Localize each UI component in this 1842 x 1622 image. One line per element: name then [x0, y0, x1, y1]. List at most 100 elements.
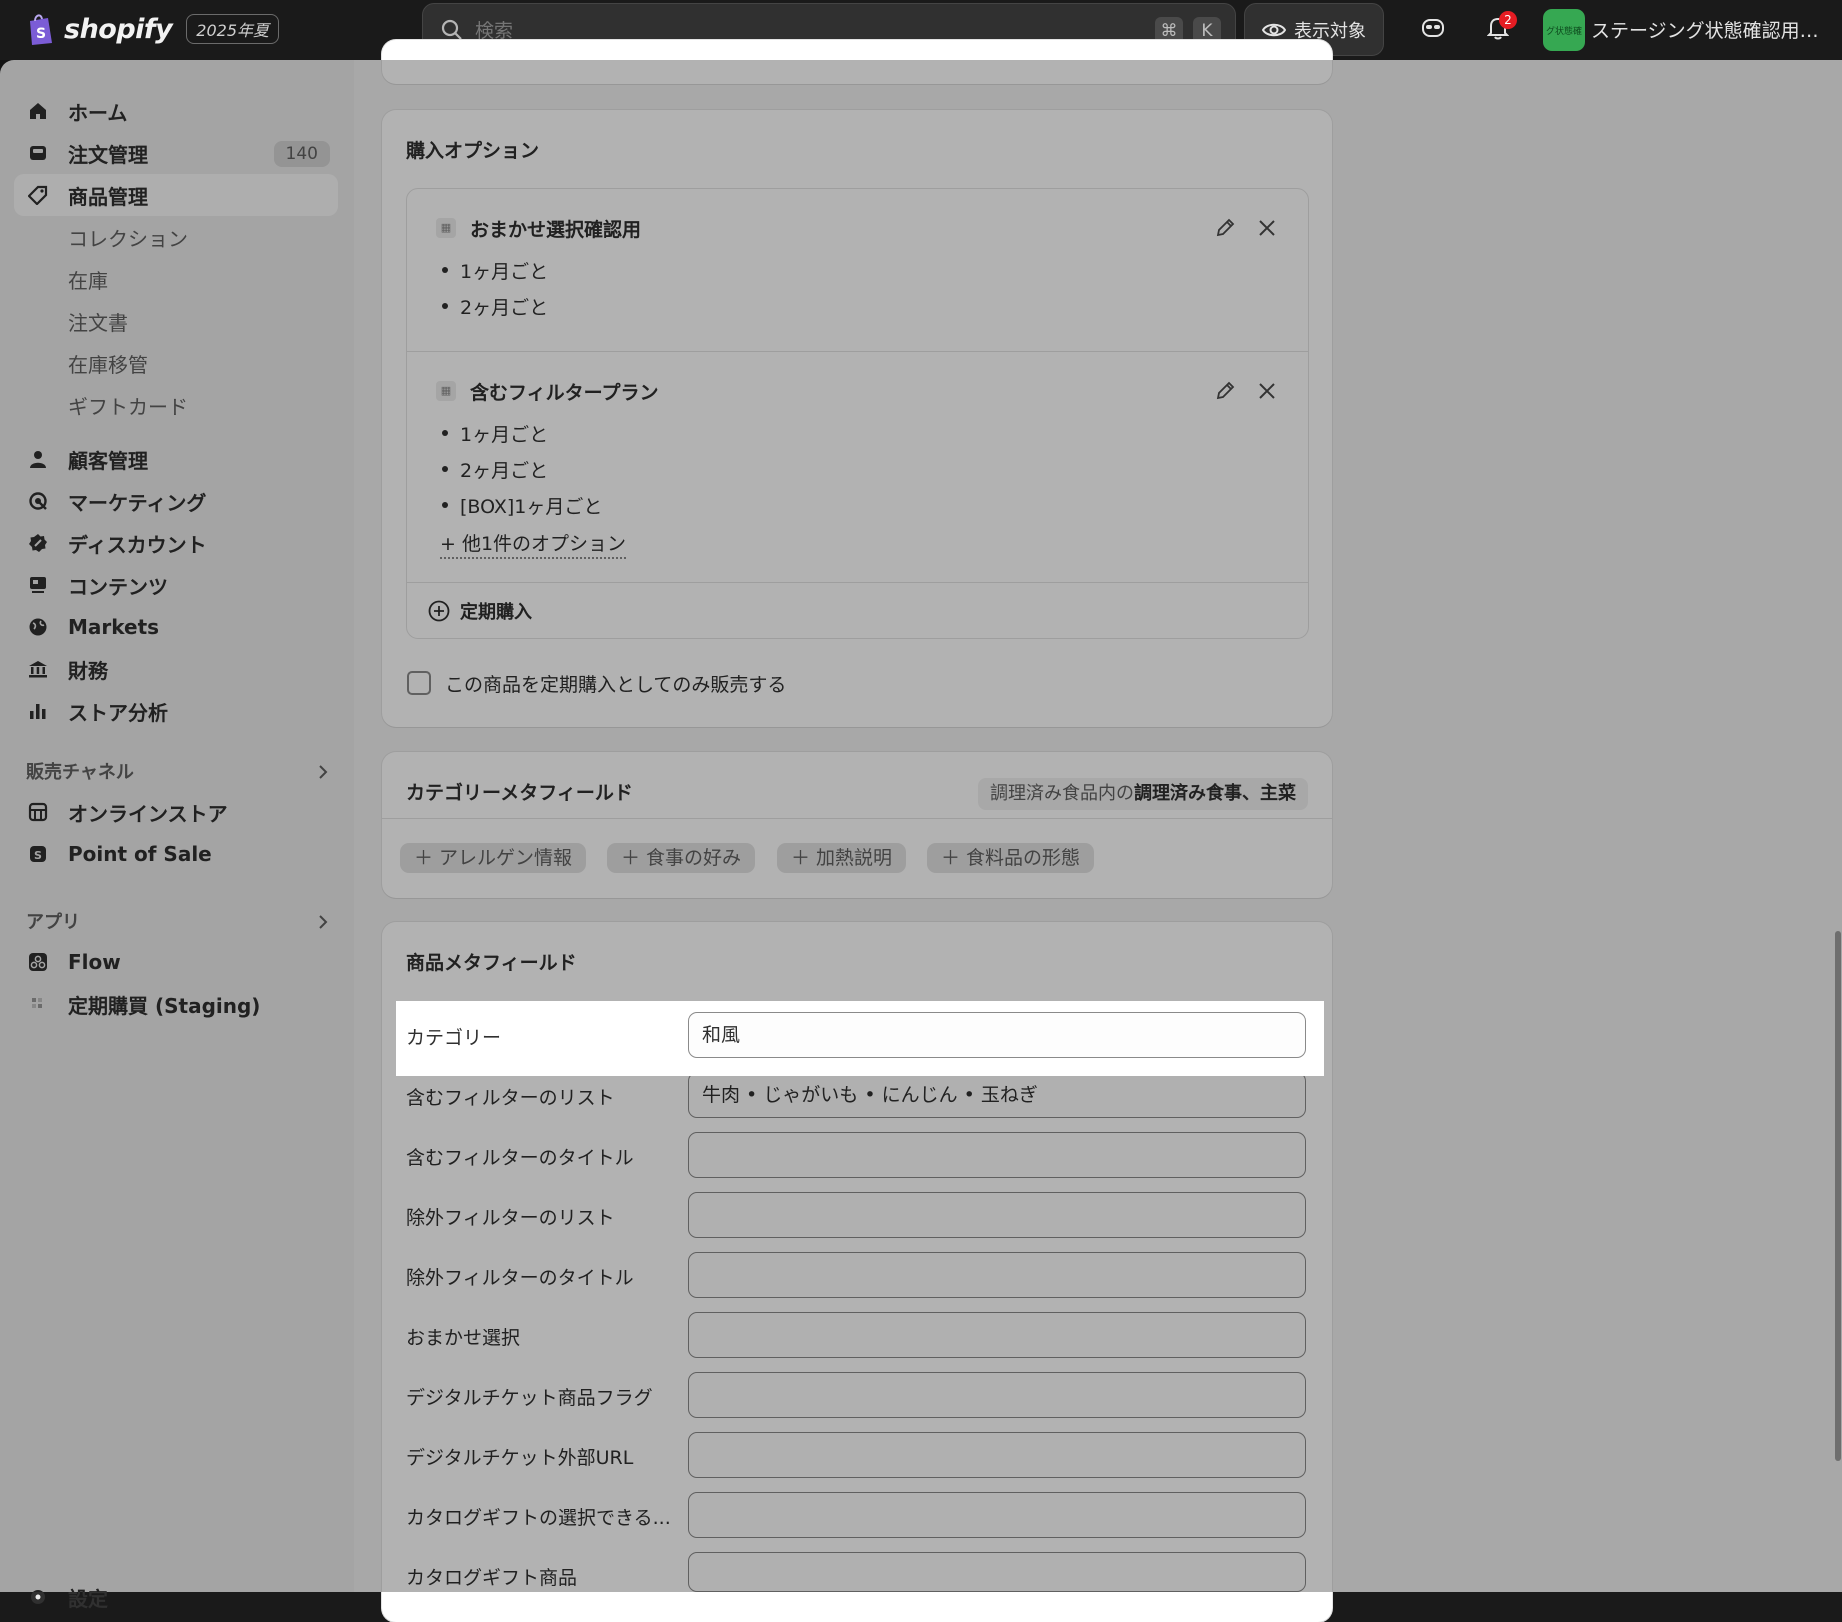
home-icon	[28, 101, 48, 121]
eye-icon	[1262, 23, 1286, 36]
sidebar-item-analytics[interactable]: ストア分析	[14, 690, 338, 732]
divider	[382, 818, 1332, 819]
store-name[interactable]: ステージング状態確認用ス...	[1591, 16, 1833, 43]
metafield-label: カタログギフトの選択できる...	[406, 1507, 671, 1529]
plan-frequency: 1ヶ月ごと	[441, 257, 548, 284]
globe-icon	[28, 617, 48, 637]
sidebar-item-markets[interactable]: Markets	[14, 606, 338, 648]
category-metafields-title: カテゴリーメタフィールド	[406, 782, 633, 804]
sidebar-item-collections[interactable]: コレクション	[14, 216, 338, 258]
sidebar-item-gift-cards[interactable]: ギフトカード	[14, 384, 338, 426]
sidebar-item-subscription-app[interactable]: 定期購買 (Staging)	[14, 983, 338, 1025]
sidebar-item-settings[interactable]: 設定	[14, 1576, 338, 1618]
plan-name: おまかせ選択確認用	[470, 219, 642, 241]
sidebar-item-label: Flow	[68, 950, 121, 974]
close-icon	[1259, 383, 1275, 399]
sidebar-item-label: ホーム	[68, 100, 128, 125]
sidebar-item-marketing[interactable]: マーケティング	[14, 480, 338, 522]
divider	[406, 582, 1309, 583]
category-pill[interactable]: 調理済み食品内の調理済み食事、主菜	[978, 778, 1308, 810]
metafield-label: 除外フィルターのリスト	[406, 1207, 615, 1229]
sidekick-icon	[1422, 19, 1444, 37]
sidebar-item-flow[interactable]: Flow	[14, 941, 338, 983]
remove-plan-button[interactable]	[1253, 377, 1281, 405]
sidebar-item-label: マーケティング	[68, 490, 207, 515]
sidebar-item-home[interactable]: ホーム	[14, 90, 338, 132]
search-icon	[441, 19, 462, 40]
sidebar-item-customers[interactable]: 顧客管理	[14, 438, 338, 480]
plus-circle-icon	[428, 600, 450, 622]
metafield-label: デジタルチケット商品フラグ	[406, 1387, 653, 1409]
plan-frequency: 2ヶ月ごと	[441, 293, 548, 320]
more-options-link[interactable]: + 他1件のオプション	[440, 529, 627, 559]
view-as-label: 表示対象	[1294, 20, 1366, 42]
metafield-label: 含むフィルターのタイトル	[406, 1147, 634, 1169]
sidebar-item-online-store[interactable]: オンラインストア	[14, 791, 338, 833]
orders-count-badge: 140	[273, 141, 330, 167]
bar-chart-icon	[28, 701, 48, 721]
discount-icon	[28, 533, 48, 553]
sidebar-item-content[interactable]: コンテンツ	[14, 564, 338, 606]
apps-header[interactable]: アプリ	[26, 908, 80, 934]
metafield-input[interactable]	[688, 1192, 1306, 1238]
notification-count-badge: 2	[1499, 11, 1517, 29]
metafield-input[interactable]: 牛肉 • じゃがいも • にんじん • 玉ねぎ	[688, 1072, 1306, 1118]
metafield-label: おまかせ選択	[406, 1327, 521, 1349]
chevron-right-icon[interactable]	[316, 913, 330, 931]
add-allergen-chip[interactable]: ＋ アレルゲン情報	[400, 843, 587, 873]
brand-name: shopify	[64, 13, 173, 45]
sidebar-item-label: 顧客管理	[68, 448, 148, 473]
remove-plan-button[interactable]	[1253, 214, 1281, 242]
metafield-label: カタログギフト商品	[406, 1567, 578, 1589]
edition-badge[interactable]: 2025年夏	[186, 14, 280, 44]
store-avatar[interactable]: グ状態確	[1543, 9, 1585, 51]
product-metafields-title: 商品メタフィールド	[406, 952, 577, 974]
metafield-input[interactable]	[688, 1132, 1306, 1178]
add-heating-chip[interactable]: ＋ 加熱説明	[777, 843, 907, 873]
sidebar-item-inventory[interactable]: 在庫	[14, 258, 338, 300]
inbox-icon	[28, 143, 48, 163]
svg-text:S: S	[36, 26, 46, 42]
target-icon	[28, 491, 48, 511]
category-metafields-card	[382, 752, 1332, 898]
metafield-input[interactable]	[688, 1432, 1306, 1478]
metafield-input[interactable]	[688, 1372, 1306, 1418]
tag-icon	[28, 185, 48, 205]
sidebar-item-discounts[interactable]: ディスカウント	[14, 522, 338, 564]
purchase-options-title: 購入オプション	[406, 140, 540, 162]
sidebar-item-label: 定期購買 (Staging)	[68, 993, 261, 1018]
metafield-input[interactable]	[688, 1252, 1306, 1298]
sidebar-item-purchase-orders[interactable]: 注文書	[14, 300, 338, 342]
sidekick-button[interactable]	[1419, 14, 1447, 42]
bank-icon	[28, 659, 48, 679]
divider	[406, 351, 1309, 352]
metafield-input-category[interactable]: 和風	[688, 1012, 1306, 1058]
sidebar-item-products[interactable]: 商品管理	[14, 174, 338, 216]
person-icon	[28, 449, 48, 469]
metafield-input[interactable]	[688, 1312, 1306, 1358]
sidebar-item-orders[interactable]: 注文管理 140	[14, 132, 338, 174]
sidebar-item-label: 財務	[68, 658, 108, 683]
sidebar-item-label: コレクション	[68, 226, 188, 251]
shopify-logo[interactable]: S shopify 2025年夏	[26, 12, 280, 46]
sidebar-item-finance[interactable]: 財務	[14, 648, 338, 690]
add-dietary-chip[interactable]: ＋ 食事の好み	[607, 843, 756, 873]
sidebar-item-pos[interactable]: S Point of Sale	[14, 833, 338, 875]
sidebar-item-label: ギフトカード	[68, 394, 188, 419]
add-food-form-chip[interactable]: ＋ 食料品の形態	[927, 843, 1095, 873]
storefront-icon	[28, 802, 48, 822]
scrollbar-thumb[interactable]	[1835, 931, 1841, 1461]
subscription-only-checkbox[interactable]	[407, 671, 431, 695]
edit-plan-button[interactable]	[1211, 377, 1239, 405]
chevron-right-icon[interactable]	[316, 763, 330, 781]
metafield-label: 含むフィルターのリスト	[406, 1087, 615, 1109]
metafield-input[interactable]	[688, 1552, 1306, 1592]
sidebar-item-label: Markets	[68, 615, 160, 639]
sidebar-item-transfers[interactable]: 在庫移管	[14, 342, 338, 384]
edit-plan-button[interactable]	[1211, 214, 1239, 242]
metafield-input[interactable]	[688, 1492, 1306, 1538]
sidebar-item-label: 商品管理	[68, 184, 148, 209]
app-grid-icon: ▦	[436, 218, 456, 238]
sales-channels-header[interactable]: 販売チャネル	[26, 758, 134, 784]
add-subscription-button[interactable]: 定期購入	[428, 598, 532, 624]
